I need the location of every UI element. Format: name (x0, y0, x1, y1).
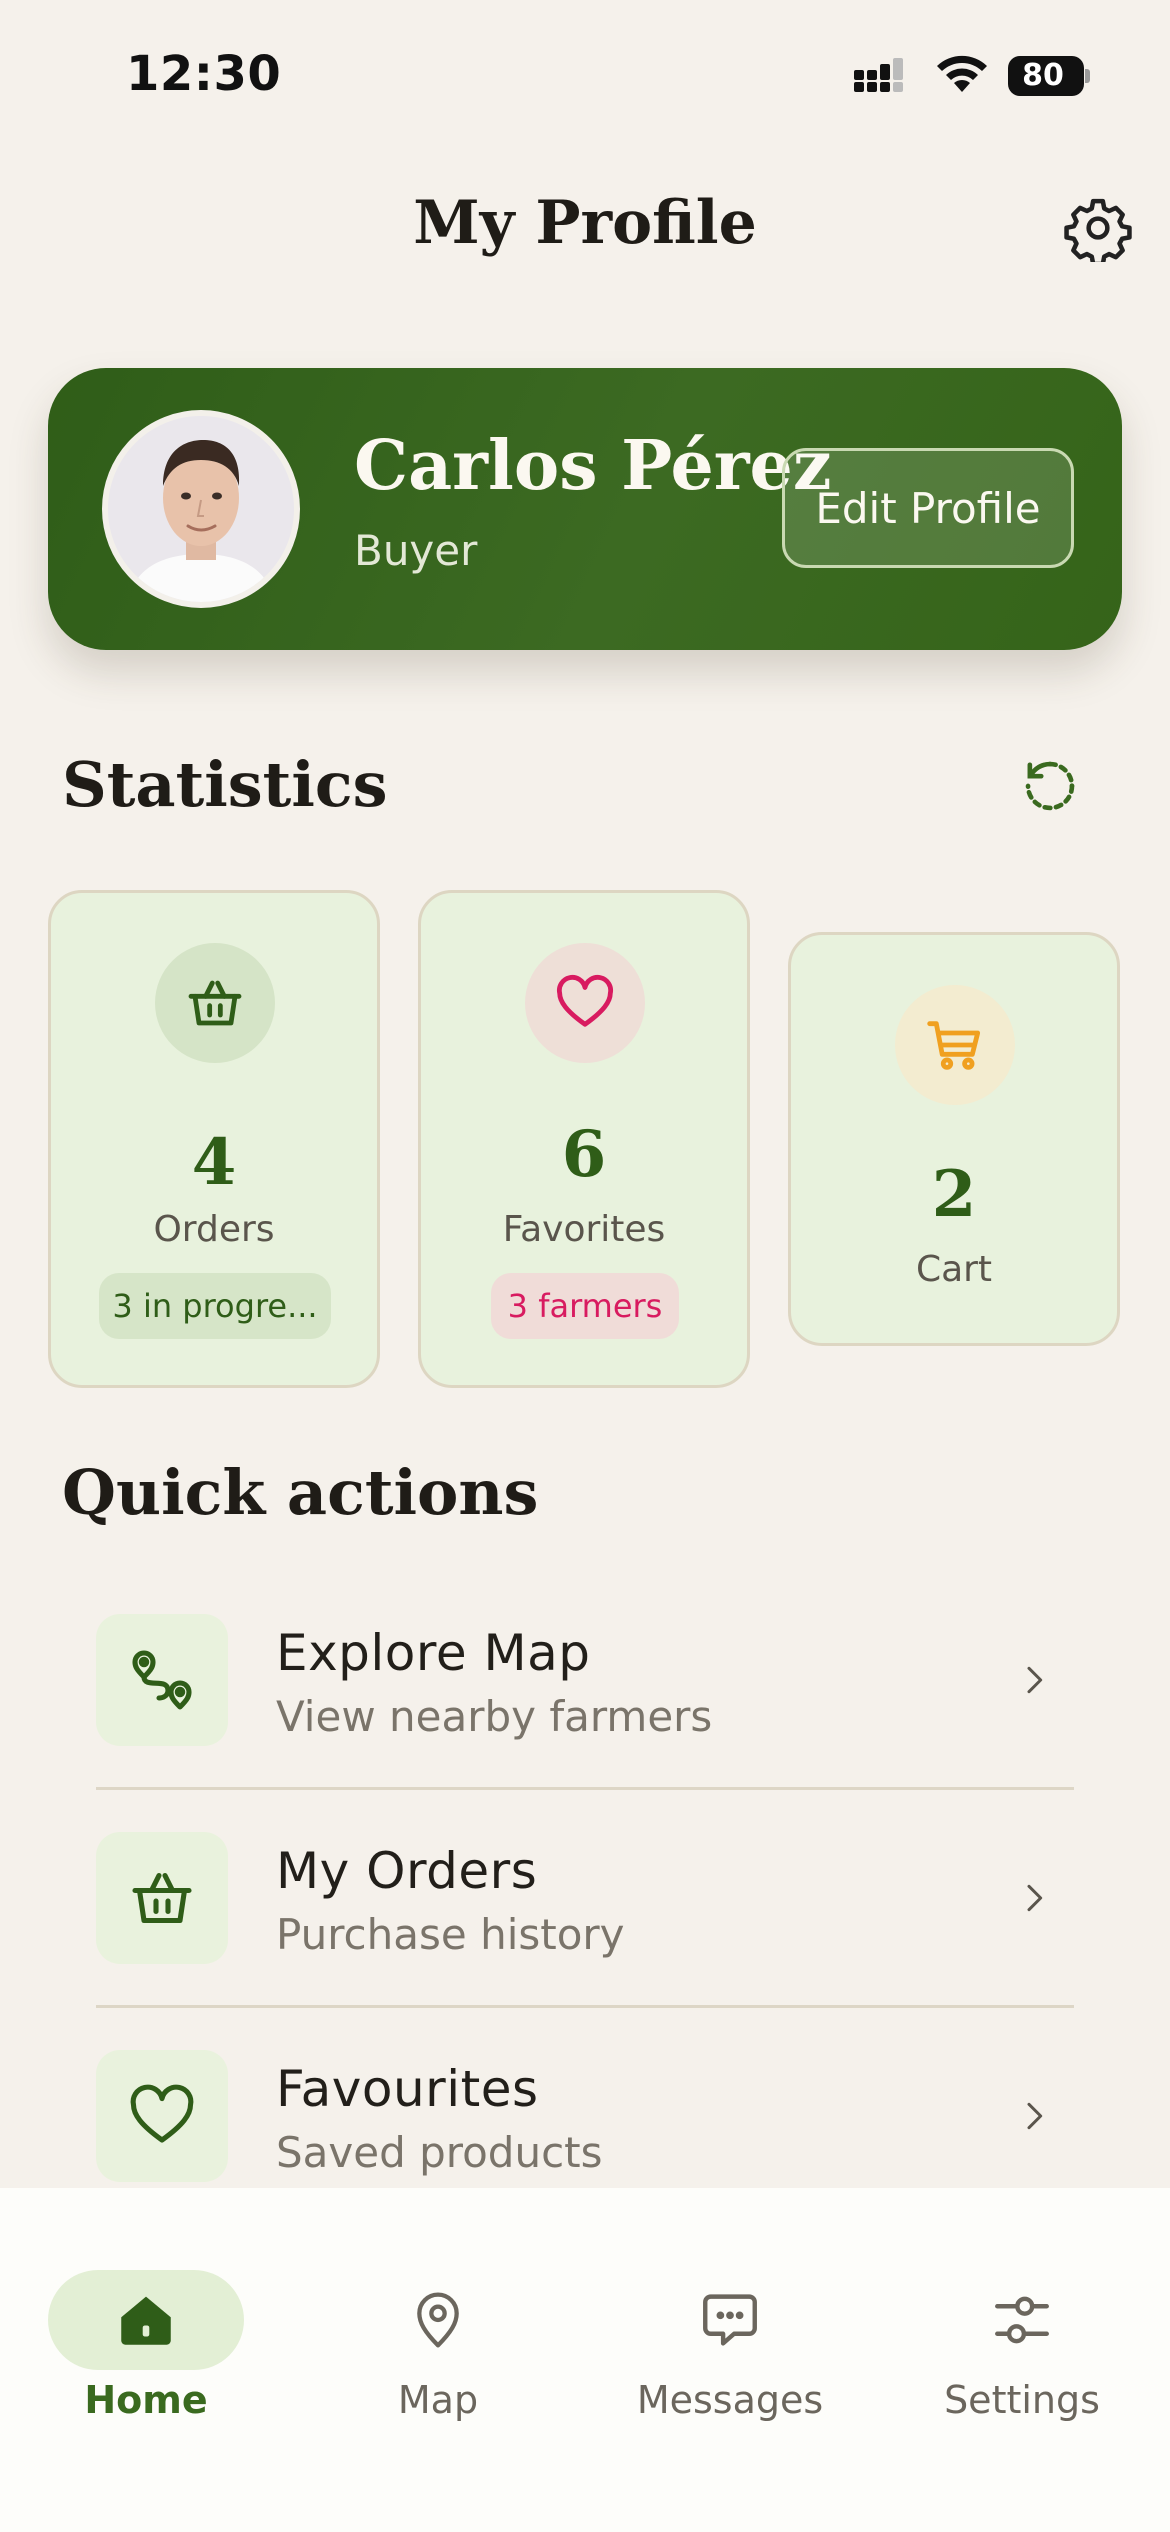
heart-icon (130, 2084, 194, 2143)
profile-photo (108, 416, 294, 602)
favourites-subtitle: Saved products (276, 2128, 603, 2177)
map-pin-icon (388, 2280, 488, 2360)
favourites-icon-badge (96, 2050, 228, 2182)
statistics-title: Statistics (62, 748, 388, 821)
quick-action-explore-map[interactable]: Explore Map View nearby farmers (96, 1572, 1074, 1790)
orders-count: 4 (191, 1125, 237, 1200)
explore-map-title: Explore Map (276, 1624, 591, 1682)
cellular-signal-icon (854, 58, 903, 92)
cart-label: Cart (915, 1249, 993, 1290)
favorites-count: 6 (561, 1117, 607, 1192)
stat-card-orders[interactable]: 4 Orders 3 in progre... (48, 890, 380, 1388)
gear-icon (1064, 198, 1132, 262)
route-icon (132, 1650, 192, 1710)
avatar[interactable] (102, 410, 300, 608)
chat-icon (680, 2280, 780, 2360)
status-bar: 12:30 80 (0, 0, 1170, 150)
profile-role: Buyer (354, 526, 478, 575)
page-title: My Profile (413, 188, 757, 258)
bottom-navigation: Home Map Messages Settings (0, 2188, 1170, 2532)
nav-home-label: Home (84, 2378, 208, 2422)
nav-settings[interactable]: Settings (902, 2228, 1142, 2422)
orders-status-badge: 3 in progre... (99, 1273, 331, 1339)
favorites-status-badge: 3 farmers (491, 1273, 679, 1339)
nav-map-label: Map (397, 2378, 479, 2422)
chevron-right-icon (1006, 1652, 1062, 1708)
home-icon (96, 2280, 196, 2360)
nav-messages-label: Messages (636, 2378, 824, 2422)
nav-map[interactable]: Map (318, 2228, 558, 2422)
quick-actions-title: Quick actions (62, 1456, 539, 1529)
refresh-icon (1025, 761, 1075, 811)
battery-level: 80 (1022, 58, 1064, 93)
cart-icon (927, 1021, 981, 1070)
quick-action-my-orders[interactable]: My Orders Purchase history (96, 1790, 1074, 2008)
settings-button[interactable] (1060, 190, 1136, 266)
status-time: 12:30 (126, 46, 282, 102)
favorites-icon-badge (525, 943, 645, 1063)
explore-map-icon-badge (96, 1614, 228, 1746)
chevron-right-icon (1006, 2088, 1062, 2144)
orders-label: Orders (153, 1209, 275, 1250)
battery-indicator: 80 (1008, 56, 1090, 96)
stat-card-cart[interactable]: 2 Cart (788, 932, 1120, 1346)
edit-profile-button[interactable]: Edit Profile (782, 448, 1074, 568)
heart-icon (556, 974, 614, 1027)
my-orders-icon-badge (96, 1832, 228, 1964)
nav-messages[interactable]: Messages (610, 2228, 850, 2422)
refresh-button[interactable] (1012, 748, 1088, 824)
basket-icon (132, 1872, 192, 1924)
favourites-title: Favourites (276, 2060, 539, 2118)
favorites-label: Favorites (502, 1209, 666, 1250)
basket-icon (188, 980, 242, 1026)
nav-home[interactable]: Home (26, 2228, 266, 2422)
profile-name: Carlos Pérez (354, 426, 832, 506)
sliders-icon (972, 2280, 1072, 2360)
my-orders-subtitle: Purchase history (276, 1910, 625, 1959)
nav-settings-label: Settings (944, 2378, 1100, 2422)
stat-card-favorites[interactable]: 6 Favorites 3 farmers (418, 890, 750, 1388)
cart-icon-badge (895, 985, 1015, 1105)
profile-card: Carlos Pérez Buyer Edit Profile (48, 368, 1122, 650)
explore-map-subtitle: View nearby farmers (276, 1692, 713, 1741)
wifi-icon (937, 55, 987, 92)
orders-icon-badge (155, 943, 275, 1063)
cart-count: 2 (931, 1157, 977, 1232)
my-orders-title: My Orders (276, 1842, 538, 1900)
chevron-right-icon (1006, 1870, 1062, 1926)
